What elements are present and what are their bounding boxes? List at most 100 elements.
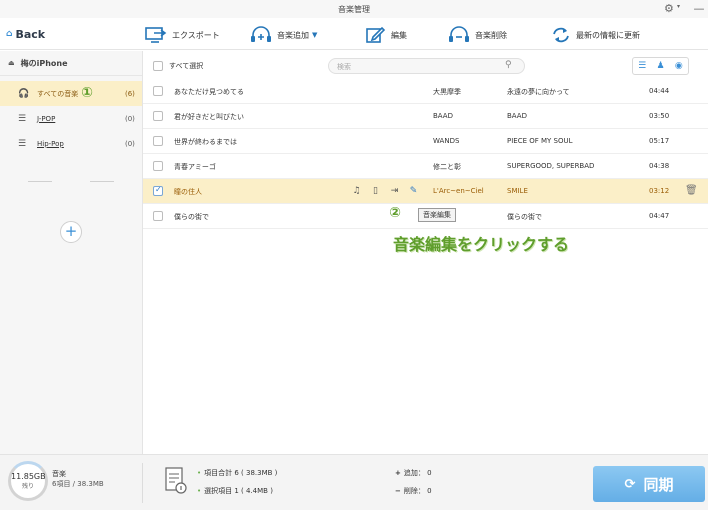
row-checkbox[interactable] xyxy=(153,111,163,121)
edit-label: 編集 xyxy=(391,30,407,40)
table-row[interactable]: あなただけ見つめてる 大黒摩季 永遠の夢に向かって 04:44 xyxy=(143,79,708,104)
category-info: 6項目 / 38.3MB xyxy=(52,480,104,488)
document-info-icon xyxy=(165,467,187,494)
status-footer: 11.85GB 残り 音楽 6項目 / 38.3MB • 項目合計 6 ( 38.… xyxy=(0,454,708,510)
table-row[interactable]: 青春アミーゴ 修二と彰 SUPERGOOD, SUPERBAD 04:38 xyxy=(143,154,708,179)
total-items-stat: • 項目合計 6 ( 38.3MB ) xyxy=(197,468,277,478)
minus-icon: − xyxy=(395,487,401,495)
window-title: 音楽管理 xyxy=(338,5,370,14)
phone-icon[interactable]: ▯ xyxy=(369,185,382,198)
plus-icon: + xyxy=(395,469,401,477)
annotation-marker-1: ① xyxy=(81,85,93,101)
song-album: 永遠の夢に向かって xyxy=(507,88,570,96)
search-placeholder: 検索 xyxy=(337,63,351,71)
view-switcher: ☰ ♟ ◉ xyxy=(632,57,689,75)
playlist-icon: ☰ xyxy=(18,113,27,124)
sidebar-item-j-pop[interactable]: ☰ J-POP (0) xyxy=(0,106,142,131)
bullet-icon: • xyxy=(197,487,202,495)
refresh-button[interactable]: 最新の情報に更新 xyxy=(551,24,640,46)
edit-button[interactable]: 編集 xyxy=(366,24,407,46)
song-duration: 03:12 xyxy=(649,187,670,195)
row-checkbox[interactable] xyxy=(153,185,163,196)
refresh-label: 最新の情報に更新 xyxy=(576,30,640,40)
table-row[interactable]: 君が好きだと叫びたい BAAD BAAD 03:50 xyxy=(143,104,708,129)
song-album: PIECE OF MY SOUL xyxy=(507,137,573,145)
back-button[interactable]: ⌂ Back xyxy=(0,20,56,48)
headphones-icon: 🎧 xyxy=(18,88,30,99)
export-icon[interactable]: ⇥ xyxy=(388,185,401,198)
sidebar: ⏏ 梅のiPhone 🎧 すべての音楽 (6) ☰ J-POP (0) ☰ Hi… xyxy=(0,51,143,454)
sidebar-item-all-music[interactable]: 🎧 すべての音楽 (6) xyxy=(0,81,142,106)
select-all-checkbox[interactable] xyxy=(153,61,163,71)
song-artist: L'Arc~en~Ciel xyxy=(433,187,484,195)
sidebar-item-count: (0) xyxy=(125,114,135,123)
add-music-icon xyxy=(251,26,271,42)
annotation-marker-2: ② xyxy=(389,205,401,221)
total-items-label: 項目合計 6 ( 38.3MB ) xyxy=(204,469,278,477)
table-row-selected[interactable]: 瞳の住人 ♫ ▯ ⇥ ✎ L'Arc~en~Ciel SMILE 03:12 🗑 xyxy=(143,179,708,204)
delete-music-icon xyxy=(449,26,469,42)
row-checkbox[interactable] xyxy=(153,211,163,221)
chevron-down-icon[interactable]: ▼ xyxy=(312,31,317,39)
export-icon xyxy=(145,27,167,43)
add-music-button[interactable]: 音楽追加 ▼ xyxy=(250,24,317,46)
search-input[interactable]: 検索 ⚲ xyxy=(328,58,525,74)
sidebar-item-count: (0) xyxy=(125,139,135,148)
divider xyxy=(142,463,143,503)
edit-icon xyxy=(366,26,386,43)
tooltip: 音楽編集 xyxy=(418,208,456,222)
bullet-icon: • xyxy=(197,469,202,477)
song-album: 僕らの街で xyxy=(507,213,542,221)
sync-button[interactable]: ⟳ 同期 xyxy=(593,466,705,502)
eject-icon[interactable]: ⏏ xyxy=(8,59,15,67)
row-checkbox[interactable] xyxy=(153,161,163,171)
song-title: 瞳の住人 xyxy=(174,188,202,196)
song-title: 青春アミーゴ xyxy=(174,163,216,171)
sidebar-item-count: (6) xyxy=(125,89,135,98)
song-duration: 04:47 xyxy=(649,212,670,220)
row-checkbox[interactable] xyxy=(153,86,163,96)
row-actions: ♫ ▯ ⇥ ✎ xyxy=(350,185,420,198)
song-album: SMILE xyxy=(507,187,528,195)
sidebar-item-label: すべての音楽 xyxy=(37,89,79,98)
sync-label: 同期 xyxy=(643,475,674,494)
row-checkbox[interactable] xyxy=(153,136,163,146)
storage-gauge: 11.85GB 残り xyxy=(8,461,48,501)
edit-music-icon[interactable]: ✎ xyxy=(407,185,420,198)
refresh-icon xyxy=(553,27,569,43)
export-button[interactable]: エクスポート xyxy=(145,24,220,46)
song-album: SUPERGOOD, SUPERBAD xyxy=(507,162,595,170)
add-to-playlist-icon[interactable]: ♫ xyxy=(350,185,363,198)
gear-icon[interactable]: ⚙ xyxy=(664,2,678,16)
song-artist: 修二と彰 xyxy=(433,163,461,171)
add-music-label: 音楽追加 xyxy=(277,30,309,40)
storage-remaining-label: 残り xyxy=(21,483,34,490)
add-playlist-button[interactable]: + xyxy=(60,221,82,243)
divider xyxy=(28,181,52,182)
add-count-label: 追加： 0 xyxy=(403,469,432,477)
selected-items-label: 選択項目 1 ( 4.4MB ) xyxy=(204,487,273,495)
minimize-button[interactable]: — xyxy=(693,2,705,15)
sync-icon: ⟳ xyxy=(624,476,636,492)
song-album: BAAD xyxy=(507,112,527,120)
search-icon[interactable]: ⚲ xyxy=(505,60,512,70)
album-view-icon[interactable]: ◉ xyxy=(670,58,688,74)
song-title: 世界が終わるまでは xyxy=(174,138,237,146)
song-duration: 04:44 xyxy=(649,87,670,95)
playlist-icon: ☰ xyxy=(18,138,27,149)
select-all-label: すべて選択 xyxy=(169,62,204,70)
sidebar-item-hip-pop[interactable]: ☰ Hip-Pop (0) xyxy=(0,131,142,156)
song-title: あなただけ見つめてる xyxy=(174,88,244,96)
trash-icon[interactable]: 🗑 xyxy=(685,185,698,196)
table-row[interactable]: 世界が終わるまでは WANDS PIECE OF MY SOUL 05:17 xyxy=(143,129,708,154)
device-header[interactable]: ⏏ 梅のiPhone xyxy=(0,51,142,76)
device-name: 梅のiPhone xyxy=(20,58,68,68)
delete-music-label: 音楽削除 xyxy=(475,30,507,40)
instruction-caption: 音楽編集をクリックする xyxy=(393,235,570,254)
song-duration: 05:17 xyxy=(649,137,670,145)
delete-music-button[interactable]: 音楽削除 xyxy=(448,24,507,46)
list-view-icon[interactable]: ☰ xyxy=(633,58,651,74)
chevron-down-icon[interactable]: ▾ xyxy=(677,3,680,10)
home-up-icon: ⌂ xyxy=(6,29,13,39)
artist-view-icon[interactable]: ♟ xyxy=(651,58,669,74)
